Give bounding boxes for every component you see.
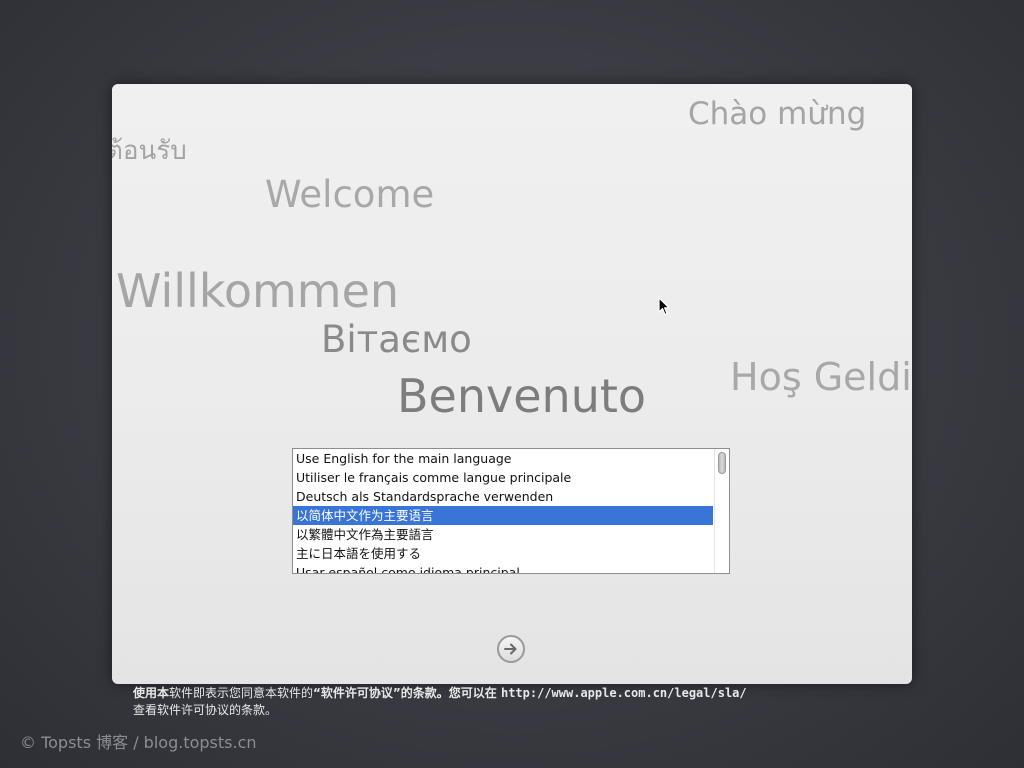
license-line-1: 使用本软件即表示您同意本软件的“软件许可协议”的条款。您可以在 http://w… <box>133 685 833 702</box>
language-option-traditional-chinese[interactable]: 以繁體中文作為主要語言 <box>293 525 713 544</box>
arrow-right-icon <box>504 643 517 655</box>
greeting-chao-mung: Chào mừng <box>688 96 867 132</box>
license-notice: 使用本软件即表示您同意本软件的“软件许可协议”的条款。您可以在 http://w… <box>133 685 833 719</box>
license-line-2: 查看软件许可协议的条款。 <box>133 703 278 717</box>
greeting-thai-partial: ı <box>112 94 114 122</box>
language-option-spanish[interactable]: Usar español como idioma principal <box>293 563 713 573</box>
language-option-japanese[interactable]: 主に日本語を使用する <box>293 544 713 563</box>
greeting-willkommen: Willkommen <box>116 264 400 318</box>
greeting-hos-geldi: Hoş Geldi <box>730 355 912 399</box>
mouse-cursor-icon <box>658 297 670 321</box>
language-list[interactable]: Use English for the main language Utilis… <box>292 448 730 574</box>
language-option-german[interactable]: Deutsch als Standardsprache verwenden <box>293 487 713 506</box>
continue-button[interactable] <box>497 635 525 663</box>
scrollbar-thumb[interactable] <box>718 452 726 474</box>
language-option-simplified-chinese[interactable]: 以简体中文作为主要语言 <box>293 506 713 525</box>
welcome-panel: ı ี่ต้อนรับ Welcome Willkommen Вітаємо B… <box>112 84 912 684</box>
language-option-french[interactable]: Utiliser le français comme langue princi… <box>293 468 713 487</box>
language-list-scrollbar[interactable] <box>714 449 729 573</box>
license-text-1: 使用本 <box>133 686 170 700</box>
greeting-vitaemo: Вітаємо <box>321 318 472 361</box>
greeting-welcome: Welcome <box>265 173 435 216</box>
license-url-link[interactable]: http://www.apple.com.cn/legal/sla/ <box>501 686 747 700</box>
watermark: © Topsts 博客 / blog.topsts.cn <box>20 733 257 752</box>
language-option-english[interactable]: Use English for the main language <box>293 449 713 468</box>
license-text-3: “软件许可协议”的条款。您可以在 <box>313 686 501 700</box>
license-text-2: 软件即表示您同意本软件的 <box>169 686 314 700</box>
greeting-thai: ี่ต้อนรับ <box>112 136 187 166</box>
greeting-benvenuto: Benvenuto <box>397 369 647 423</box>
